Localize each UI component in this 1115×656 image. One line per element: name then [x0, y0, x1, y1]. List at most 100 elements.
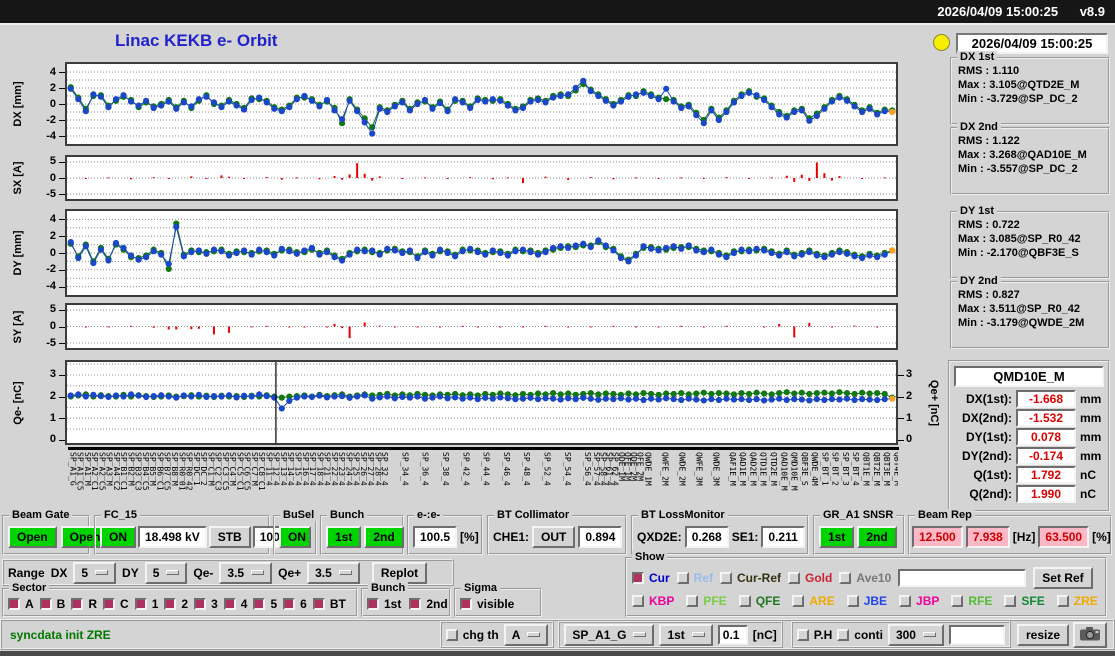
fc15-on-button[interactable]: ON	[100, 525, 136, 548]
stat-box-title: DY 2nd	[957, 275, 1001, 287]
range-qe-plus-dropdown[interactable]: 3.5	[307, 561, 360, 584]
checkbox-icon[interactable]	[632, 595, 644, 607]
y-tick-label: 4	[49, 65, 56, 78]
device-monitor-panel: QMD10E_M DX(1st): -1.668 mm DX(2nd): -1.532…	[948, 360, 1110, 512]
checkbox-icon[interactable]	[134, 598, 147, 610]
snsr-2nd-button[interactable]: 2nd	[857, 525, 897, 548]
extra-input[interactable]	[948, 624, 1005, 645]
checkbox-icon[interactable]	[71, 598, 84, 610]
checkbox-icon[interactable]	[164, 598, 177, 610]
checkbox-icon[interactable]	[676, 572, 689, 584]
checkbox-icon[interactable]	[720, 572, 733, 584]
count-dropdown[interactable]: 300	[887, 623, 944, 646]
sector-checkbox-b[interactable]: B	[39, 597, 65, 611]
checkbox-icon[interactable]	[837, 628, 850, 641]
sector-checkbox-bt[interactable]: BT	[312, 597, 346, 611]
show-checkbox-zre[interactable]: ZRE	[1056, 594, 1098, 608]
sector-checkbox-2[interactable]: 2	[164, 597, 188, 611]
bunch-dropdown[interactable]: 1st	[659, 623, 713, 646]
checkbox-icon[interactable]	[792, 595, 805, 607]
checkbox-icon[interactable]	[796, 628, 809, 641]
checkbox-icon[interactable]	[8, 598, 20, 610]
checkbox-icon[interactable]	[445, 628, 458, 641]
bunch-checkbox-2nd[interactable]: 2nd	[409, 597, 448, 611]
chg-th-dropdown[interactable]: A	[503, 623, 549, 646]
checkbox-label: JBE	[863, 594, 888, 608]
fc15-stb-button[interactable]: STB	[208, 525, 251, 548]
device-dropdown[interactable]: SP_A1_G	[564, 623, 655, 646]
beam-gate-open-1-button[interactable]: Open	[8, 525, 57, 548]
checkbox-icon[interactable]	[846, 595, 859, 607]
checkbox-icon[interactable]	[686, 595, 699, 607]
checkbox-icon[interactable]	[788, 572, 801, 584]
screenshot-button[interactable]	[1073, 621, 1107, 648]
bunch-checkbox-1st[interactable]: 1st	[367, 597, 401, 611]
show-checkbox-kbp[interactable]: KBP	[632, 594, 674, 608]
show-checkbox-sfe[interactable]: SFE	[1004, 594, 1045, 608]
sector-checkbox-a[interactable]: A	[8, 597, 34, 611]
sector-checkbox-4[interactable]: 4	[223, 597, 247, 611]
checkbox-icon[interactable]	[1004, 595, 1017, 607]
checkbox-icon[interactable]	[312, 598, 325, 610]
busel-on-button[interactable]: ON	[279, 525, 311, 548]
chg-th-checkbox[interactable]: chg th	[445, 628, 499, 642]
sector-checkbox-6[interactable]: 6	[283, 597, 307, 611]
checkbox-icon[interactable]	[839, 572, 852, 584]
show-checkbox-jbp[interactable]: JBP	[899, 594, 939, 608]
resize-button[interactable]: resize	[1016, 623, 1069, 646]
show-group: Show Cur Ref Cur-Ref Gold Ave10 Set Ref KBP P…	[625, 551, 1107, 617]
checkbox-icon[interactable]	[39, 598, 52, 610]
checkbox-label: 3	[211, 597, 218, 611]
conti-checkbox[interactable]: conti	[837, 628, 883, 642]
show-checkbox-are[interactable]: ARE	[792, 594, 835, 608]
show-checkbox-jbe[interactable]: JBE	[846, 594, 888, 608]
y-tick-mark	[59, 194, 65, 196]
checkbox-icon[interactable]	[223, 598, 236, 610]
max-value: 3.268@QAD10E_M	[989, 149, 1087, 161]
sigma-checkbox-visible[interactable]: visible	[460, 597, 514, 611]
ph-checkbox[interactable]: P.H	[796, 628, 832, 642]
show-checkbox-pfe[interactable]: PFE	[686, 594, 727, 608]
show-checkbox-ref[interactable]: Ref	[676, 571, 714, 585]
sector-checkbox-3[interactable]: 3	[194, 597, 218, 611]
checkbox-icon[interactable]	[103, 598, 116, 610]
checkbox-icon[interactable]	[1056, 595, 1069, 607]
snsr-1st-button[interactable]: 1st	[819, 525, 855, 548]
show-checkbox-gold[interactable]: Gold	[788, 571, 832, 585]
range-qe-minus-dropdown[interactable]: 3.5	[219, 561, 273, 584]
checkbox-icon[interactable]	[632, 572, 644, 584]
che1-out-button[interactable]: OUT	[532, 525, 576, 548]
show-checkbox-qfe[interactable]: QFE	[738, 594, 780, 608]
checkbox-label: PFE	[703, 594, 727, 608]
range-dx-dropdown[interactable]: 5	[73, 561, 117, 584]
range-dy-dropdown[interactable]: 5	[144, 561, 188, 584]
checkbox-icon[interactable]	[460, 598, 472, 610]
sector-checkbox-1[interactable]: 1	[134, 597, 158, 611]
checkbox-icon[interactable]	[194, 598, 207, 610]
show-checkbox-ave10[interactable]: Ave10	[839, 571, 891, 585]
checkbox-label: Ref	[693, 571, 714, 585]
replot-button[interactable]: Replot	[371, 561, 428, 584]
sector-checkbox-5[interactable]: 5	[253, 597, 277, 611]
y-tick-mark	[59, 253, 65, 254]
ref-name-input[interactable]	[898, 569, 1027, 587]
checkbox-icon[interactable]	[253, 598, 266, 610]
checkbox-icon[interactable]	[283, 598, 296, 610]
show-checkbox-cur-ref[interactable]: Cur-Ref	[720, 571, 781, 585]
sector-checkbox-c[interactable]: C	[103, 597, 129, 611]
device-label: SP_BT_3	[840, 452, 850, 486]
checkbox-icon[interactable]	[951, 595, 964, 607]
checkbox-icon[interactable]	[409, 598, 422, 610]
threshold-input[interactable]	[717, 624, 748, 645]
checkbox-icon[interactable]	[738, 595, 751, 607]
show-checkbox-cur[interactable]: Cur	[632, 571, 670, 585]
checkbox-icon[interactable]	[367, 598, 379, 610]
show-checkbox-rfe[interactable]: RFE	[951, 594, 992, 608]
device-name-field[interactable]: QMD10E_M	[954, 366, 1104, 387]
sector-checkbox-r[interactable]: R	[71, 597, 97, 611]
checkbox-icon[interactable]	[899, 595, 912, 607]
bunch-2nd-button[interactable]: 2nd	[364, 525, 404, 548]
bunch-1st-button[interactable]: 1st	[326, 525, 362, 548]
set-ref-button[interactable]: Set Ref	[1033, 567, 1093, 589]
status-message: syncdata init ZRE	[10, 627, 111, 642]
